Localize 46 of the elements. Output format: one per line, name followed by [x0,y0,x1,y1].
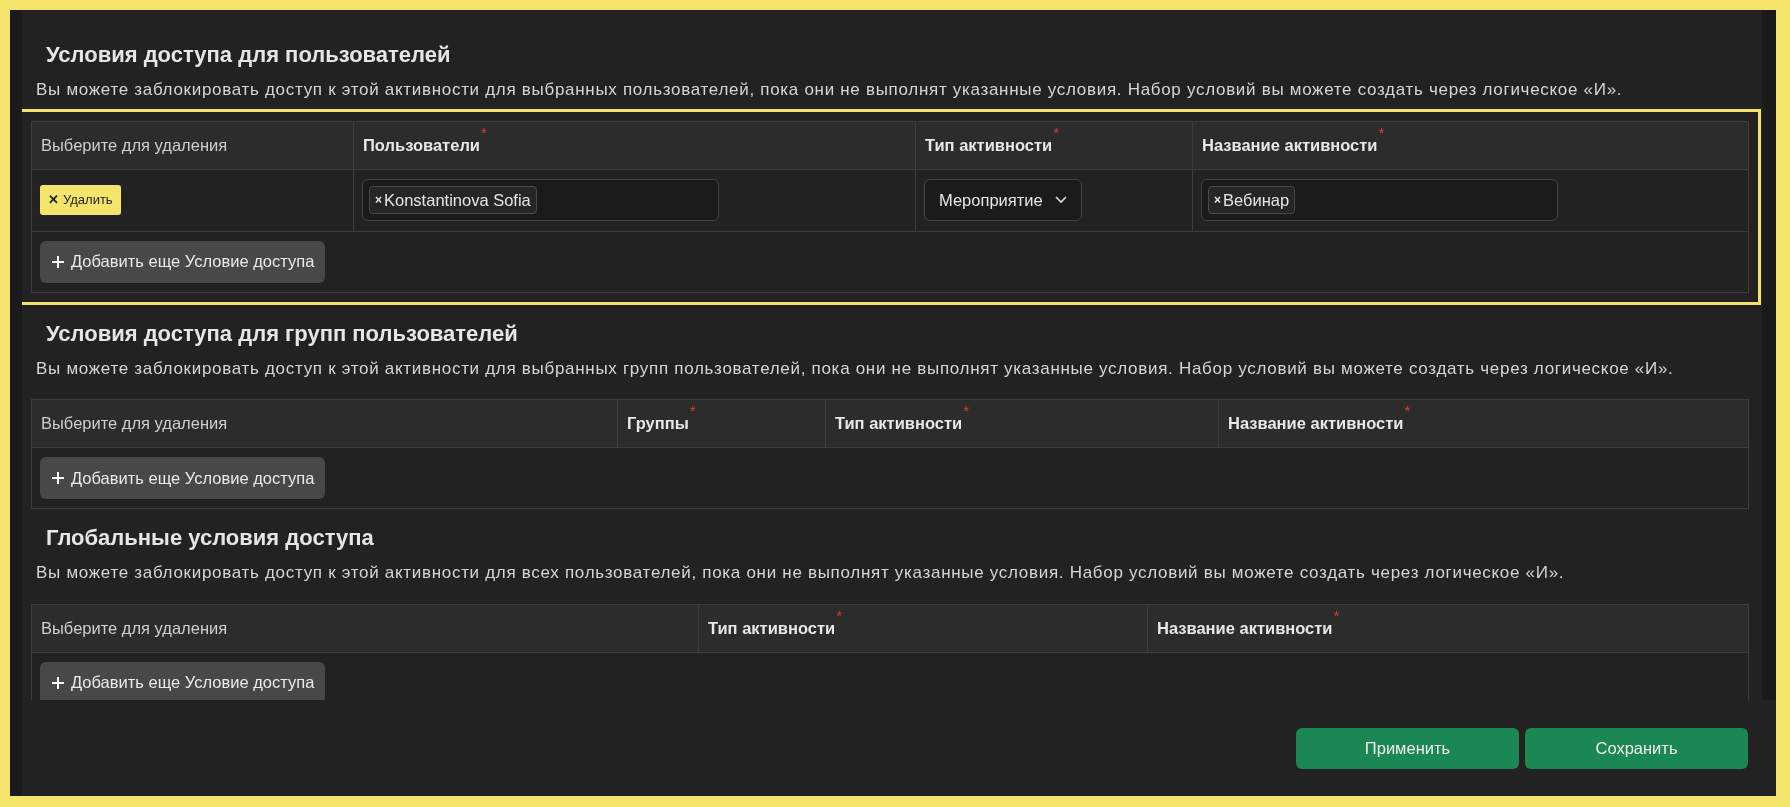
delete-label: Удалить [63,191,113,210]
section-title: Условия доступа для пользователей [45,41,452,69]
section-title: Глобальные условия доступа [45,524,375,552]
column-header: Тип активности [835,413,963,435]
column-header: Тип активности [708,617,836,639]
add-condition-button[interactable]: Добавить еще Условие доступа [40,240,326,283]
required-mark: * [481,124,487,140]
activity-type-select[interactable]: Мероприятие [924,179,1082,221]
section-description: Вы можете заблокировать доступ к этой активности для всех пользователей, пока они не выполнят указанные условия. Набор условий вы можете создать через логическое «И». [35,562,1566,584]
remove-tag-icon[interactable]: × [1214,191,1221,209]
column-header: Название активности [1157,617,1333,639]
required-mark: * [1404,403,1411,418]
section-title: Условия доступа для групп пользователей [45,319,519,348]
column-header: Название активности [1202,134,1378,156]
close-icon: ✕ [48,190,59,210]
remove-tag-icon[interactable]: × [375,191,382,209]
required-mark: * [689,403,696,418]
tag-label: Konstantinova Sofia [384,189,531,211]
add-condition-button[interactable]: Добавить еще Условие доступа [40,661,326,700]
tag-chip[interactable]: ×Konstantinova Sofia [369,186,537,214]
footer-button[interactable]: Применить [1296,727,1519,769]
chevron-down-icon [1054,196,1067,204]
tag-input-field[interactable]: ×Konstantinova Sofia [362,179,719,221]
section-description: Вы можете заблокировать доступ к этой активности для выбранных групп пользователей, пока они не выполнят указанные условия. Набор условий вы можете создать через логическое «И». [35,357,1675,380]
section-description: Вы можете заблокировать доступ к этой активности для выбранных пользователей, пока они не выполнят указанные условия. Набор условий вы можете создать через логическое «И». [35,79,1624,101]
tag-input-field[interactable]: ×Вебинар [1201,179,1558,221]
plus-icon [51,675,65,690]
column-header: Выберите для удаления [41,617,228,639]
column-header: Выберите для удаления [41,134,228,156]
plus-icon [51,254,65,269]
required-mark: * [1378,124,1385,140]
required-mark: * [1333,607,1340,623]
tag-label: Вебинар [1223,189,1290,211]
tag-chip[interactable]: ×Вебинар [1208,186,1296,214]
plus-icon [51,471,65,485]
column-header: Группы [627,413,689,435]
footer-button[interactable]: Сохранить [1525,727,1748,769]
column-header: Тип активности [925,134,1053,156]
add-condition-button[interactable]: Добавить еще Условие доступа [40,457,326,499]
column-header: Выберите для удаления [41,413,228,435]
required-mark: * [963,403,970,418]
column-header: Название активности [1228,413,1404,435]
delete-button[interactable]: ✕ Удалить [40,185,121,215]
required-mark: * [836,607,843,623]
required-mark: * [1053,124,1060,140]
column-header: Пользователи [363,134,480,156]
